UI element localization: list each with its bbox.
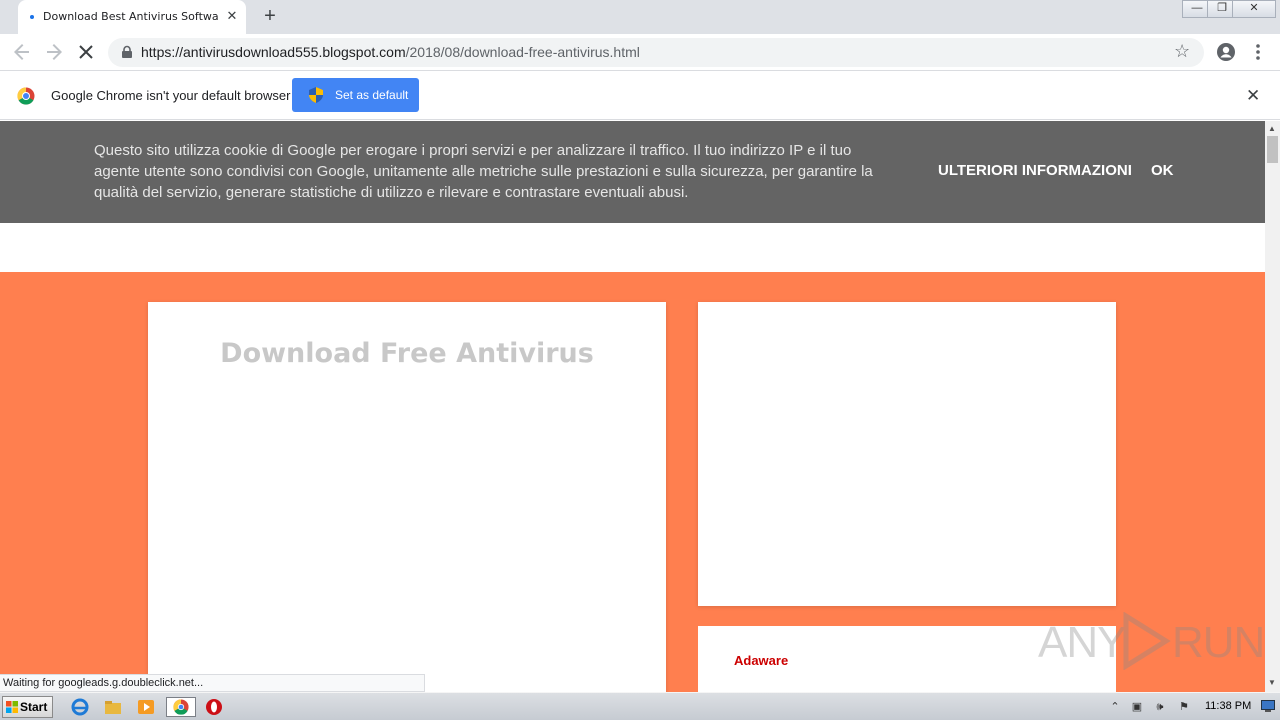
windows-logo-icon — [6, 701, 18, 713]
opera-icon[interactable] — [204, 697, 226, 717]
more-info-link[interactable]: ULTERIORI INFORMAZIONI — [938, 162, 1132, 179]
action-center-flag-icon[interactable]: ⚑ — [1177, 700, 1191, 714]
explorer-folder-icon[interactable] — [103, 697, 125, 717]
tab-title: Download Best Antivirus Software fo — [43, 10, 218, 23]
scroll-thumb[interactable] — [1267, 136, 1278, 163]
menu-kebab-icon[interactable] — [1246, 40, 1270, 64]
new-tab-button[interactable]: + — [258, 5, 282, 29]
chrome-logo-icon — [17, 87, 35, 105]
watermark-left: ANY — [1038, 618, 1126, 667]
windows-taskbar: Start ⌃ ▣ 🕪 ⚑ 11:38 PM — [0, 692, 1280, 720]
active-tab[interactable]: Download Best Antivirus Software fo ✕ — [18, 0, 246, 34]
taskbar-clock[interactable]: 11:38 PM — [1205, 700, 1251, 712]
play-logo-icon — [1123, 612, 1171, 670]
start-button[interactable]: Start — [2, 696, 53, 718]
stop-loading-icon[interactable] — [74, 40, 98, 64]
lock-icon — [122, 45, 132, 58]
url-path: /2018/08/download-free-antivirus.html — [405, 44, 640, 60]
shield-icon — [309, 87, 323, 103]
page-viewport: Questo sito utilizza cookie di Google pe… — [0, 121, 1265, 692]
watermark-right: RUN — [1172, 618, 1265, 667]
network-icon[interactable]: ▣ — [1130, 700, 1144, 714]
cookie-text: Questo sito utilizza cookie di Google pe… — [94, 142, 873, 201]
bookmark-star-icon[interactable]: ☆ — [1174, 41, 1190, 62]
ie-icon[interactable] — [70, 697, 92, 717]
loading-favicon-icon — [30, 15, 34, 19]
post-title: Download Free Antivirus — [220, 338, 594, 369]
cookie-ok-button[interactable]: OK — [1151, 162, 1174, 179]
window-close-button[interactable]: ✕ — [1232, 0, 1276, 18]
vertical-scrollbar[interactable]: ▲ ▼ — [1265, 121, 1280, 692]
cookie-banner: Questo sito utilizza cookie di Google pe… — [0, 121, 1265, 223]
browser-toolbar: https://antivirusdownload555.blogspot.co… — [0, 34, 1280, 71]
url-text: https://antivirusdownload555.blogspot.co… — [141, 44, 640, 60]
chrome-taskbar-icon[interactable] — [166, 697, 196, 717]
default-browser-infobar: Google Chrome isn't your default browser… — [0, 72, 1280, 120]
show-desktop-icon[interactable] — [1260, 700, 1276, 714]
post-card: Download Free Antivirus — [148, 302, 666, 692]
infobar-message: Google Chrome isn't your default browser — [51, 88, 291, 103]
back-icon[interactable] — [10, 40, 34, 64]
start-label: Start — [20, 700, 48, 714]
adaware-link[interactable]: Adaware — [734, 653, 788, 668]
set-as-default-button[interactable]: Set as default — [292, 78, 419, 112]
sidebar-ad-card — [698, 302, 1116, 606]
scroll-down-icon[interactable]: ▼ — [1268, 678, 1276, 687]
address-bar[interactable]: https://antivirusdownload555.blogspot.co… — [108, 38, 1204, 67]
url-host: https://antivirusdownload555.blogspot.co… — [141, 44, 406, 60]
scroll-up-icon[interactable]: ▲ — [1268, 124, 1276, 133]
anyrun-watermark: ANY RUN — [1038, 610, 1265, 670]
tray-expand-icon[interactable]: ⌃ — [1108, 700, 1122, 714]
media-player-icon[interactable] — [136, 697, 158, 717]
status-bar: Waiting for googleads.g.doubleclick.net.… — [0, 674, 425, 692]
tab-strip: Download Best Antivirus Software fo ✕ + … — [0, 0, 1280, 34]
set-as-default-label: Set as default — [335, 88, 409, 102]
tab-close-icon[interactable]: ✕ — [224, 8, 240, 24]
infobar-close-icon[interactable]: ✕ — [1246, 86, 1260, 106]
profile-icon[interactable] — [1214, 40, 1238, 64]
volume-icon[interactable]: 🕪 — [1153, 700, 1167, 714]
forward-icon[interactable] — [42, 40, 66, 64]
